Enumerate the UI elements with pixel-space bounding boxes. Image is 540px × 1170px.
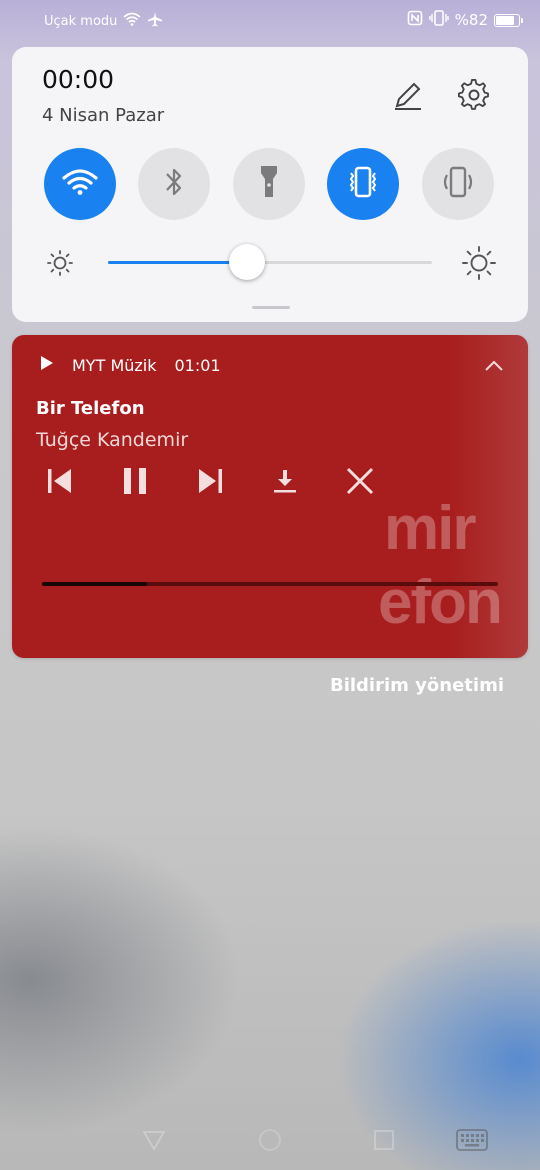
flashlight-toggle[interactable] (233, 148, 305, 220)
auto-rotate-toggle[interactable] (422, 148, 494, 220)
keyboard-icon[interactable] (450, 1118, 494, 1162)
download-icon (272, 468, 298, 498)
media-notification[interactable]: mir efon MYT Müzik 01:01 Bir Telefon Tuğ… (12, 335, 528, 658)
elapsed-time: 01:01 (174, 355, 221, 375)
drag-handle[interactable] (252, 306, 290, 309)
bluetooth-icon (163, 165, 185, 203)
previous-icon (46, 468, 74, 498)
battery-icon (494, 13, 523, 27)
navigation-bar (0, 1118, 540, 1162)
close-button[interactable] (338, 465, 382, 501)
playback-progress[interactable] (42, 582, 498, 586)
status-bar: Uçak modu %82 (0, 0, 540, 40)
progress-fill (42, 582, 147, 586)
brightness-fill (108, 261, 248, 264)
album-artwork: mir efon (378, 335, 528, 658)
pause-icon (121, 467, 149, 499)
clock: 00:00 (42, 65, 115, 94)
wifi-toggle[interactable] (44, 148, 116, 220)
artwork-text-1: mir (384, 494, 476, 563)
recents-icon[interactable] (362, 1118, 406, 1162)
play-icon (40, 355, 54, 375)
brightness-thumb[interactable] (229, 244, 266, 280)
next-icon (196, 468, 224, 498)
battery-percent: %82 (454, 11, 488, 29)
back-icon[interactable] (132, 1118, 176, 1162)
edit-icon[interactable] (388, 75, 428, 115)
nfc-icon (407, 10, 423, 30)
settings-icon[interactable] (454, 75, 494, 115)
bluetooth-toggle[interactable] (138, 148, 210, 220)
vibrate-icon (345, 166, 381, 202)
notification-management-link[interactable]: Bildirim yönetimi (330, 675, 504, 696)
rotate-icon (440, 165, 476, 203)
previous-button[interactable] (38, 465, 82, 501)
media-header: MYT Müzik 01:01 (40, 355, 221, 375)
close-icon (345, 466, 375, 500)
app-name: MYT Müzik (72, 355, 157, 375)
vibrate-toggle[interactable] (327, 148, 399, 220)
wifi-icon (62, 168, 98, 200)
airplane-mode-label: Uçak modu (44, 13, 118, 29)
home-icon[interactable] (248, 1118, 292, 1162)
flashlight-icon (259, 164, 279, 204)
artist-name: Tuğçe Kandemir (36, 429, 189, 451)
download-button[interactable] (263, 465, 307, 501)
battery-level (496, 15, 514, 25)
brightness-high-icon (461, 245, 497, 285)
vibrate-icon (428, 10, 449, 30)
artwork-text-2: efon (378, 568, 503, 637)
brightness-low-icon (45, 248, 75, 282)
song-title: Bir Telefon (36, 398, 145, 419)
quick-settings-panel: 00:00 4 Nisan Pazar (12, 47, 528, 322)
airplane-icon (147, 11, 163, 31)
brightness-slider[interactable] (108, 244, 432, 280)
next-button[interactable] (188, 465, 232, 501)
collapse-icon[interactable] (484, 357, 504, 376)
pause-button[interactable] (113, 465, 157, 501)
wifi-icon (123, 12, 141, 30)
date: 4 Nisan Pazar (42, 105, 165, 126)
